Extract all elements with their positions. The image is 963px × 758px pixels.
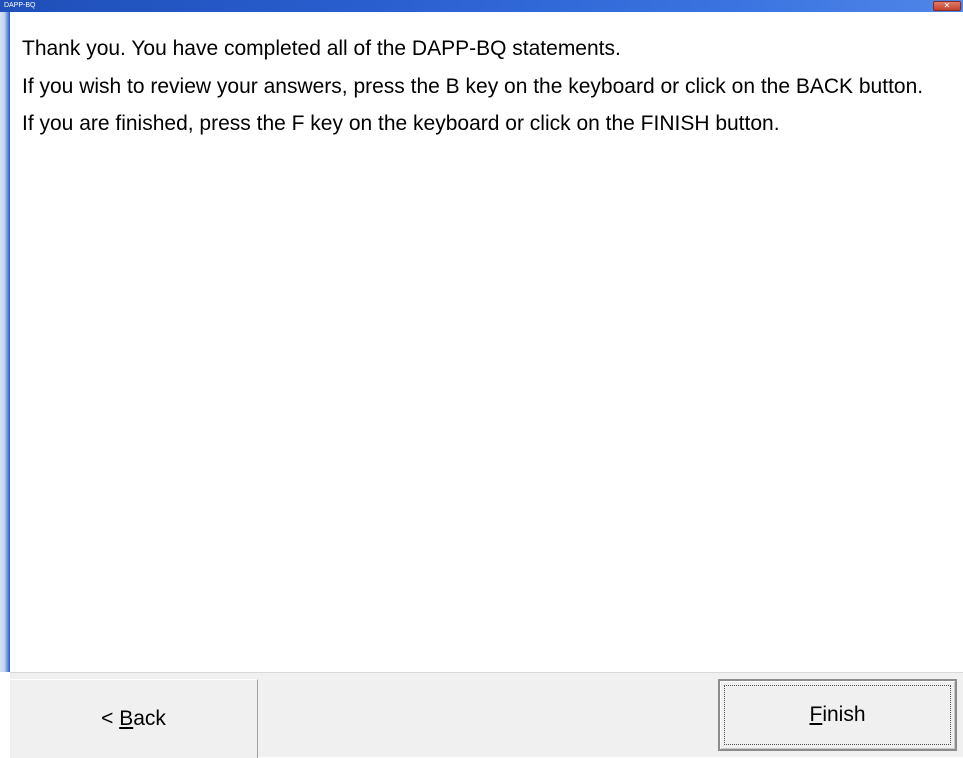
finish-button-label: inish — [822, 703, 866, 726]
finish-button[interactable]: Finish — [718, 679, 957, 751]
button-bar: < Back Finish — [10, 672, 963, 758]
finish-button-accelerator: F — [809, 703, 823, 726]
message-finish-instructions: If you are finished, press the F key on … — [22, 112, 780, 135]
back-button-label: ack — [133, 707, 166, 730]
back-button-prefix: < — [101, 707, 120, 730]
close-icon: ✕ — [943, 1, 951, 10]
message-completed: Thank you. You have completed all of the… — [22, 37, 621, 60]
close-button[interactable]: ✕ — [933, 1, 961, 11]
window-title: DAPP-BQ — [4, 2, 36, 9]
message-review-instructions: If you wish to review your answers, pres… — [22, 75, 924, 98]
completion-message: Thank you. You have completed all of the… — [22, 36, 952, 147]
window-left-border — [0, 12, 10, 672]
back-button[interactable]: < Back — [10, 679, 258, 758]
dapp-bq-window: DAPP-BQ ✕ Thank you. You have completed … — [0, 0, 963, 758]
title-bar[interactable]: DAPP-BQ ✕ — [0, 0, 963, 12]
back-button-accelerator: B — [119, 707, 134, 730]
